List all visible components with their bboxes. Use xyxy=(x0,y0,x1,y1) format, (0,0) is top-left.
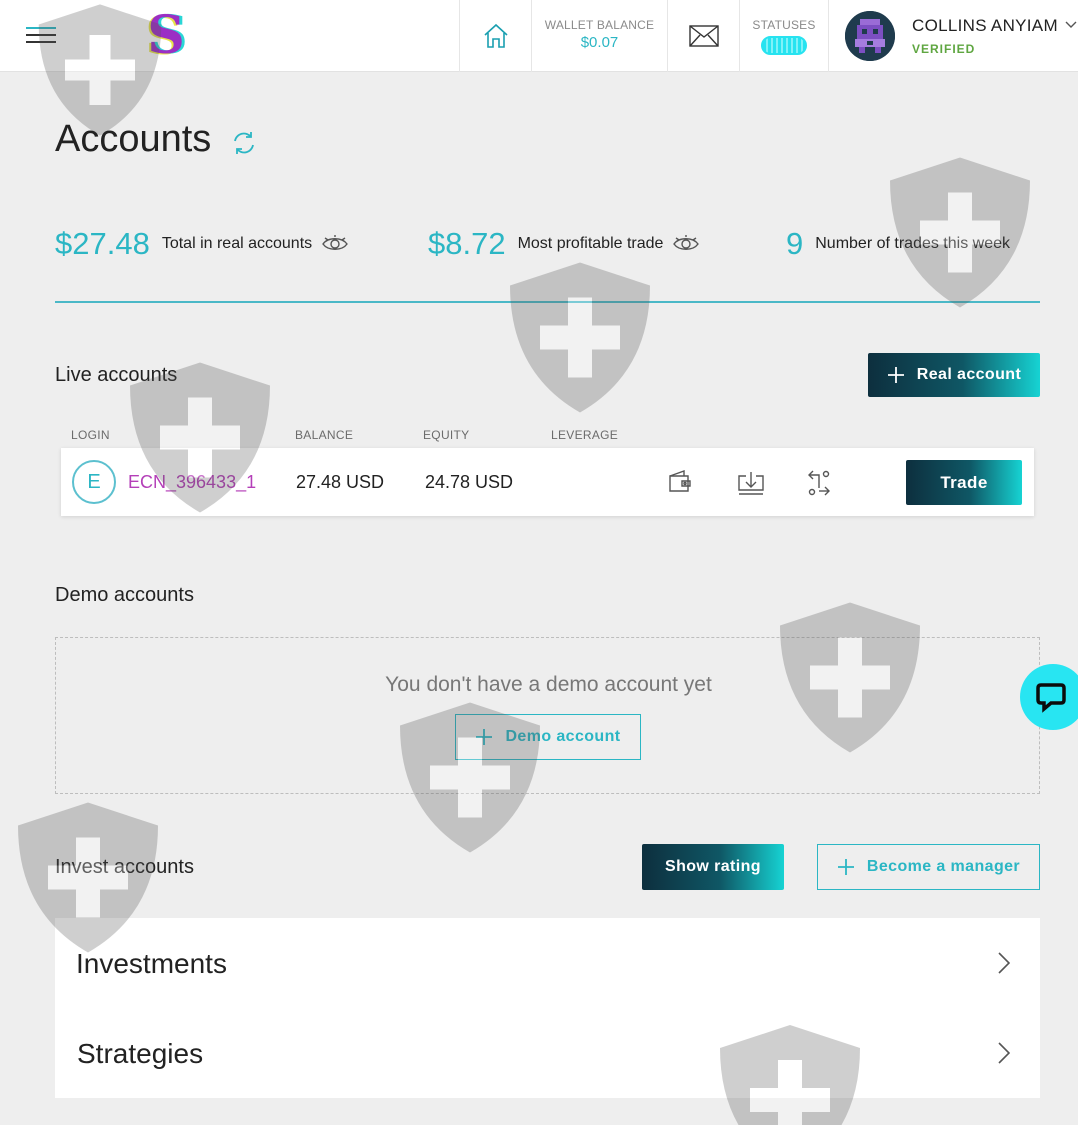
add-real-account-label: Real account xyxy=(916,366,1022,383)
plus-icon xyxy=(837,859,854,875)
statuses-label: STATUSES xyxy=(752,18,816,32)
become-manager-label: Become a manager xyxy=(866,858,1021,875)
chat-icon xyxy=(1036,683,1066,713)
home-icon xyxy=(483,23,508,48)
wallet-balance[interactable]: WALLET BALANCE $0.07 xyxy=(531,0,667,72)
strategies-label: Strategies xyxy=(77,1038,204,1069)
trade-button-label: Trade xyxy=(940,472,988,492)
stat-value: $27.48 xyxy=(55,226,150,261)
add-demo-account-label: Demo account xyxy=(505,728,621,745)
refresh-icon[interactable] xyxy=(231,130,257,156)
stat-value: $8.72 xyxy=(428,226,506,261)
strategies-card[interactable]: Strategies xyxy=(55,1008,1040,1098)
page-title: Accounts xyxy=(55,118,212,160)
account-type-badge: E xyxy=(72,460,116,504)
live-chat-button[interactable] xyxy=(1020,664,1078,730)
avatar-pixel-icon xyxy=(845,11,895,61)
stat-label: Most profitable trade xyxy=(517,235,664,252)
messages-button[interactable] xyxy=(667,0,739,72)
stat-most-profitable: $8.72 Most profitable trade xyxy=(428,226,700,262)
app-logo[interactable]: S xyxy=(140,8,192,64)
stat-label: Number of trades this week xyxy=(815,235,1010,252)
user-menu[interactable]: COLLINS ANYIAM VERIFIED xyxy=(828,0,1078,72)
eye-icon[interactable] xyxy=(673,234,700,254)
invest-accounts-title: Invest accounts xyxy=(55,856,194,878)
mail-icon xyxy=(688,25,719,47)
stat-label: Total in real accounts xyxy=(161,235,313,252)
show-rating-button[interactable]: Show rating xyxy=(642,844,784,890)
plus-icon xyxy=(887,367,904,383)
stat-trades-week: 9 Number of trades this week xyxy=(786,226,1010,262)
column-header-balance: BALANCE xyxy=(295,428,354,442)
chevron-right-icon xyxy=(998,1042,1010,1064)
chevron-right-icon xyxy=(998,952,1010,974)
verification-status: VERIFIED xyxy=(912,42,976,56)
eye-icon[interactable] xyxy=(322,234,349,254)
account-equity: 24.78 USD xyxy=(425,472,514,492)
demo-accounts-empty-state: You don't have a demo account yet Demo a… xyxy=(55,637,1040,794)
become-manager-button[interactable]: Become a manager xyxy=(817,844,1040,890)
plus-icon xyxy=(476,729,493,745)
divider xyxy=(55,301,1040,303)
wallet-balance-label: WALLET BALANCE xyxy=(544,18,655,32)
column-header-login: LOGIN xyxy=(71,428,110,442)
status-indicator xyxy=(761,36,807,55)
show-rating-label: Show rating xyxy=(665,858,761,875)
add-real-account-button[interactable]: Real account xyxy=(868,353,1040,397)
user-name: COLLINS ANYIAM xyxy=(912,16,1058,35)
live-accounts-title: Live accounts xyxy=(55,364,178,386)
avatar xyxy=(845,11,895,61)
top-bar: S WALLET BALANCE $0.07 STATUSES COLLINS … xyxy=(0,0,1078,72)
home-button[interactable] xyxy=(459,0,531,72)
watermark-shield-icon xyxy=(510,262,650,413)
trade-button[interactable]: Trade xyxy=(906,460,1022,505)
transfer-icon[interactable] xyxy=(805,468,833,498)
demo-accounts-title: Demo accounts xyxy=(55,584,194,606)
wallet-icon[interactable] xyxy=(667,468,693,494)
account-login-link[interactable]: ECN_396433_1 xyxy=(128,472,256,493)
chevron-down-icon[interactable] xyxy=(1065,18,1077,30)
wallet-balance-value: $0.07 xyxy=(580,34,619,51)
download-icon[interactable] xyxy=(737,468,765,496)
table-row: E ECN_396433_1 27.48 USD 24.78 USD Trade xyxy=(61,448,1034,516)
add-demo-account-button[interactable]: Demo account xyxy=(455,714,641,760)
investments-label: Investments xyxy=(76,948,227,979)
stat-value: 9 xyxy=(786,226,804,261)
investments-card[interactable]: Investments xyxy=(55,918,1040,1008)
account-balance: 27.48 USD xyxy=(296,472,385,492)
column-header-equity: EQUITY xyxy=(423,428,470,442)
menu-icon[interactable] xyxy=(26,27,56,45)
stat-total-real: $27.48 Total in real accounts xyxy=(55,226,349,262)
statuses[interactable]: STATUSES xyxy=(739,0,828,72)
column-header-leverage: LEVERAGE xyxy=(551,428,619,442)
demo-empty-text: You don't have a demo account yet xyxy=(385,673,712,696)
